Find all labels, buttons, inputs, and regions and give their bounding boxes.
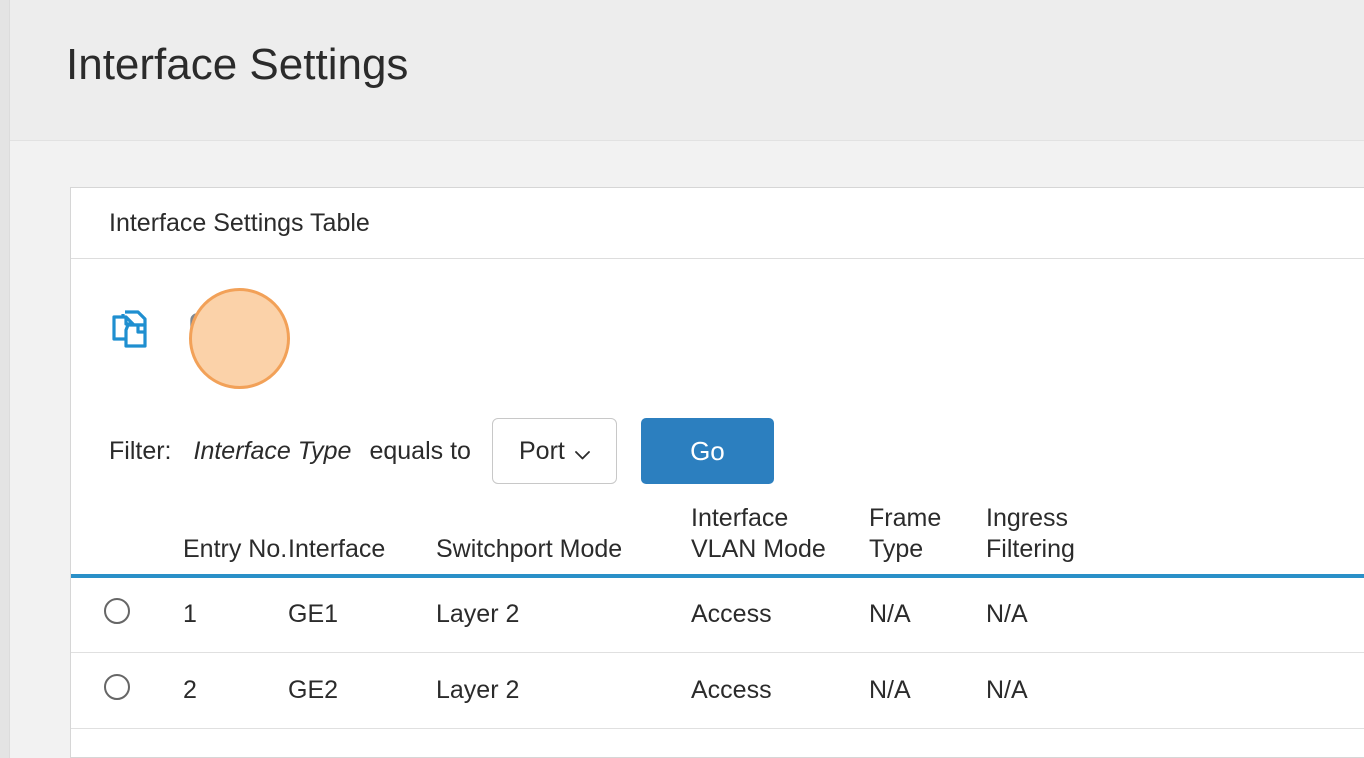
cell-frame-type: N/A	[869, 576, 986, 653]
page-title: Interface Settings	[66, 40, 409, 89]
interface-type-select[interactable]: Port	[491, 418, 617, 484]
edit-button[interactable]	[183, 303, 235, 355]
interface-settings-page: Interface Settings Interface Settings Ta…	[0, 0, 1364, 758]
cell-switchport-mode: Layer 2	[436, 652, 691, 729]
table-body: 1 GE1 Layer 2 Access N/A N/A 2 GE2 Layer…	[71, 576, 1364, 729]
table-header: Entry No. Interface Switchport Mode Inte…	[71, 503, 1364, 578]
cell-interface-vlan-mode: Access	[691, 576, 869, 653]
left-chrome-strip	[0, 0, 10, 758]
interface-settings-table: Entry No. Interface Switchport Mode Inte…	[71, 503, 1364, 729]
go-button[interactable]: Go	[640, 418, 774, 484]
column-header-interface: Interface	[288, 503, 436, 578]
cell-frame-type: N/A	[869, 652, 986, 729]
column-header-ingress-filtering: Ingress Filtering	[986, 503, 1364, 578]
chevron-down-icon	[574, 447, 590, 459]
table-header-row: Entry No. Interface Switchport Mode Inte…	[71, 503, 1364, 578]
cell-interface: GE2	[288, 652, 436, 729]
page-header: Interface Settings	[10, 0, 1364, 141]
interface-type-select-value: Port	[518, 436, 565, 465]
cell-switchport-mode: Layer 2	[436, 576, 691, 653]
filter-field-name: Interface Type	[193, 436, 352, 465]
filter-operator: equals to	[369, 436, 471, 465]
card-title: Interface Settings Table	[109, 208, 370, 237]
cell-ingress-filtering: N/A	[986, 652, 1364, 729]
card-body: Filter: Interface Type equals to Port Go	[71, 259, 1364, 729]
row-radio-button[interactable]	[104, 598, 130, 625]
copy-settings-button[interactable]	[109, 303, 161, 355]
cell-entry-no: 1	[183, 576, 288, 653]
filter-bar: Filter: Interface Type equals to Port Go	[71, 399, 1364, 503]
copy-settings-icon	[109, 303, 161, 355]
cell-entry-no: 2	[183, 652, 288, 729]
table-action-toolbar	[71, 259, 1364, 399]
filter-label: Filter:	[109, 436, 172, 465]
column-header-interface-vlan-mode: Interface VLAN Mode	[691, 503, 869, 578]
cell-interface: GE1	[288, 576, 436, 653]
row-select-cell	[71, 652, 183, 729]
row-select-cell	[71, 576, 183, 653]
column-header-switchport-mode: Switchport Mode	[436, 503, 691, 578]
interface-settings-card: Interface Settings Table Filter: Interfa…	[70, 187, 1364, 758]
row-radio-button[interactable]	[104, 673, 130, 700]
column-header-select	[71, 503, 183, 578]
cell-interface-vlan-mode: Access	[691, 652, 869, 729]
table-row[interactable]: 2 GE2 Layer 2 Access N/A N/A	[71, 652, 1364, 729]
column-header-entry-no: Entry No.	[183, 503, 288, 578]
table-row[interactable]: 1 GE1 Layer 2 Access N/A N/A	[71, 576, 1364, 653]
cell-ingress-filtering: N/A	[986, 576, 1364, 653]
page-body: Interface Settings Table Filter: Interfa…	[10, 141, 1364, 758]
column-header-frame-type: Frame Type	[869, 503, 986, 578]
card-header: Interface Settings Table	[71, 188, 1364, 259]
edit-icon	[183, 303, 235, 355]
